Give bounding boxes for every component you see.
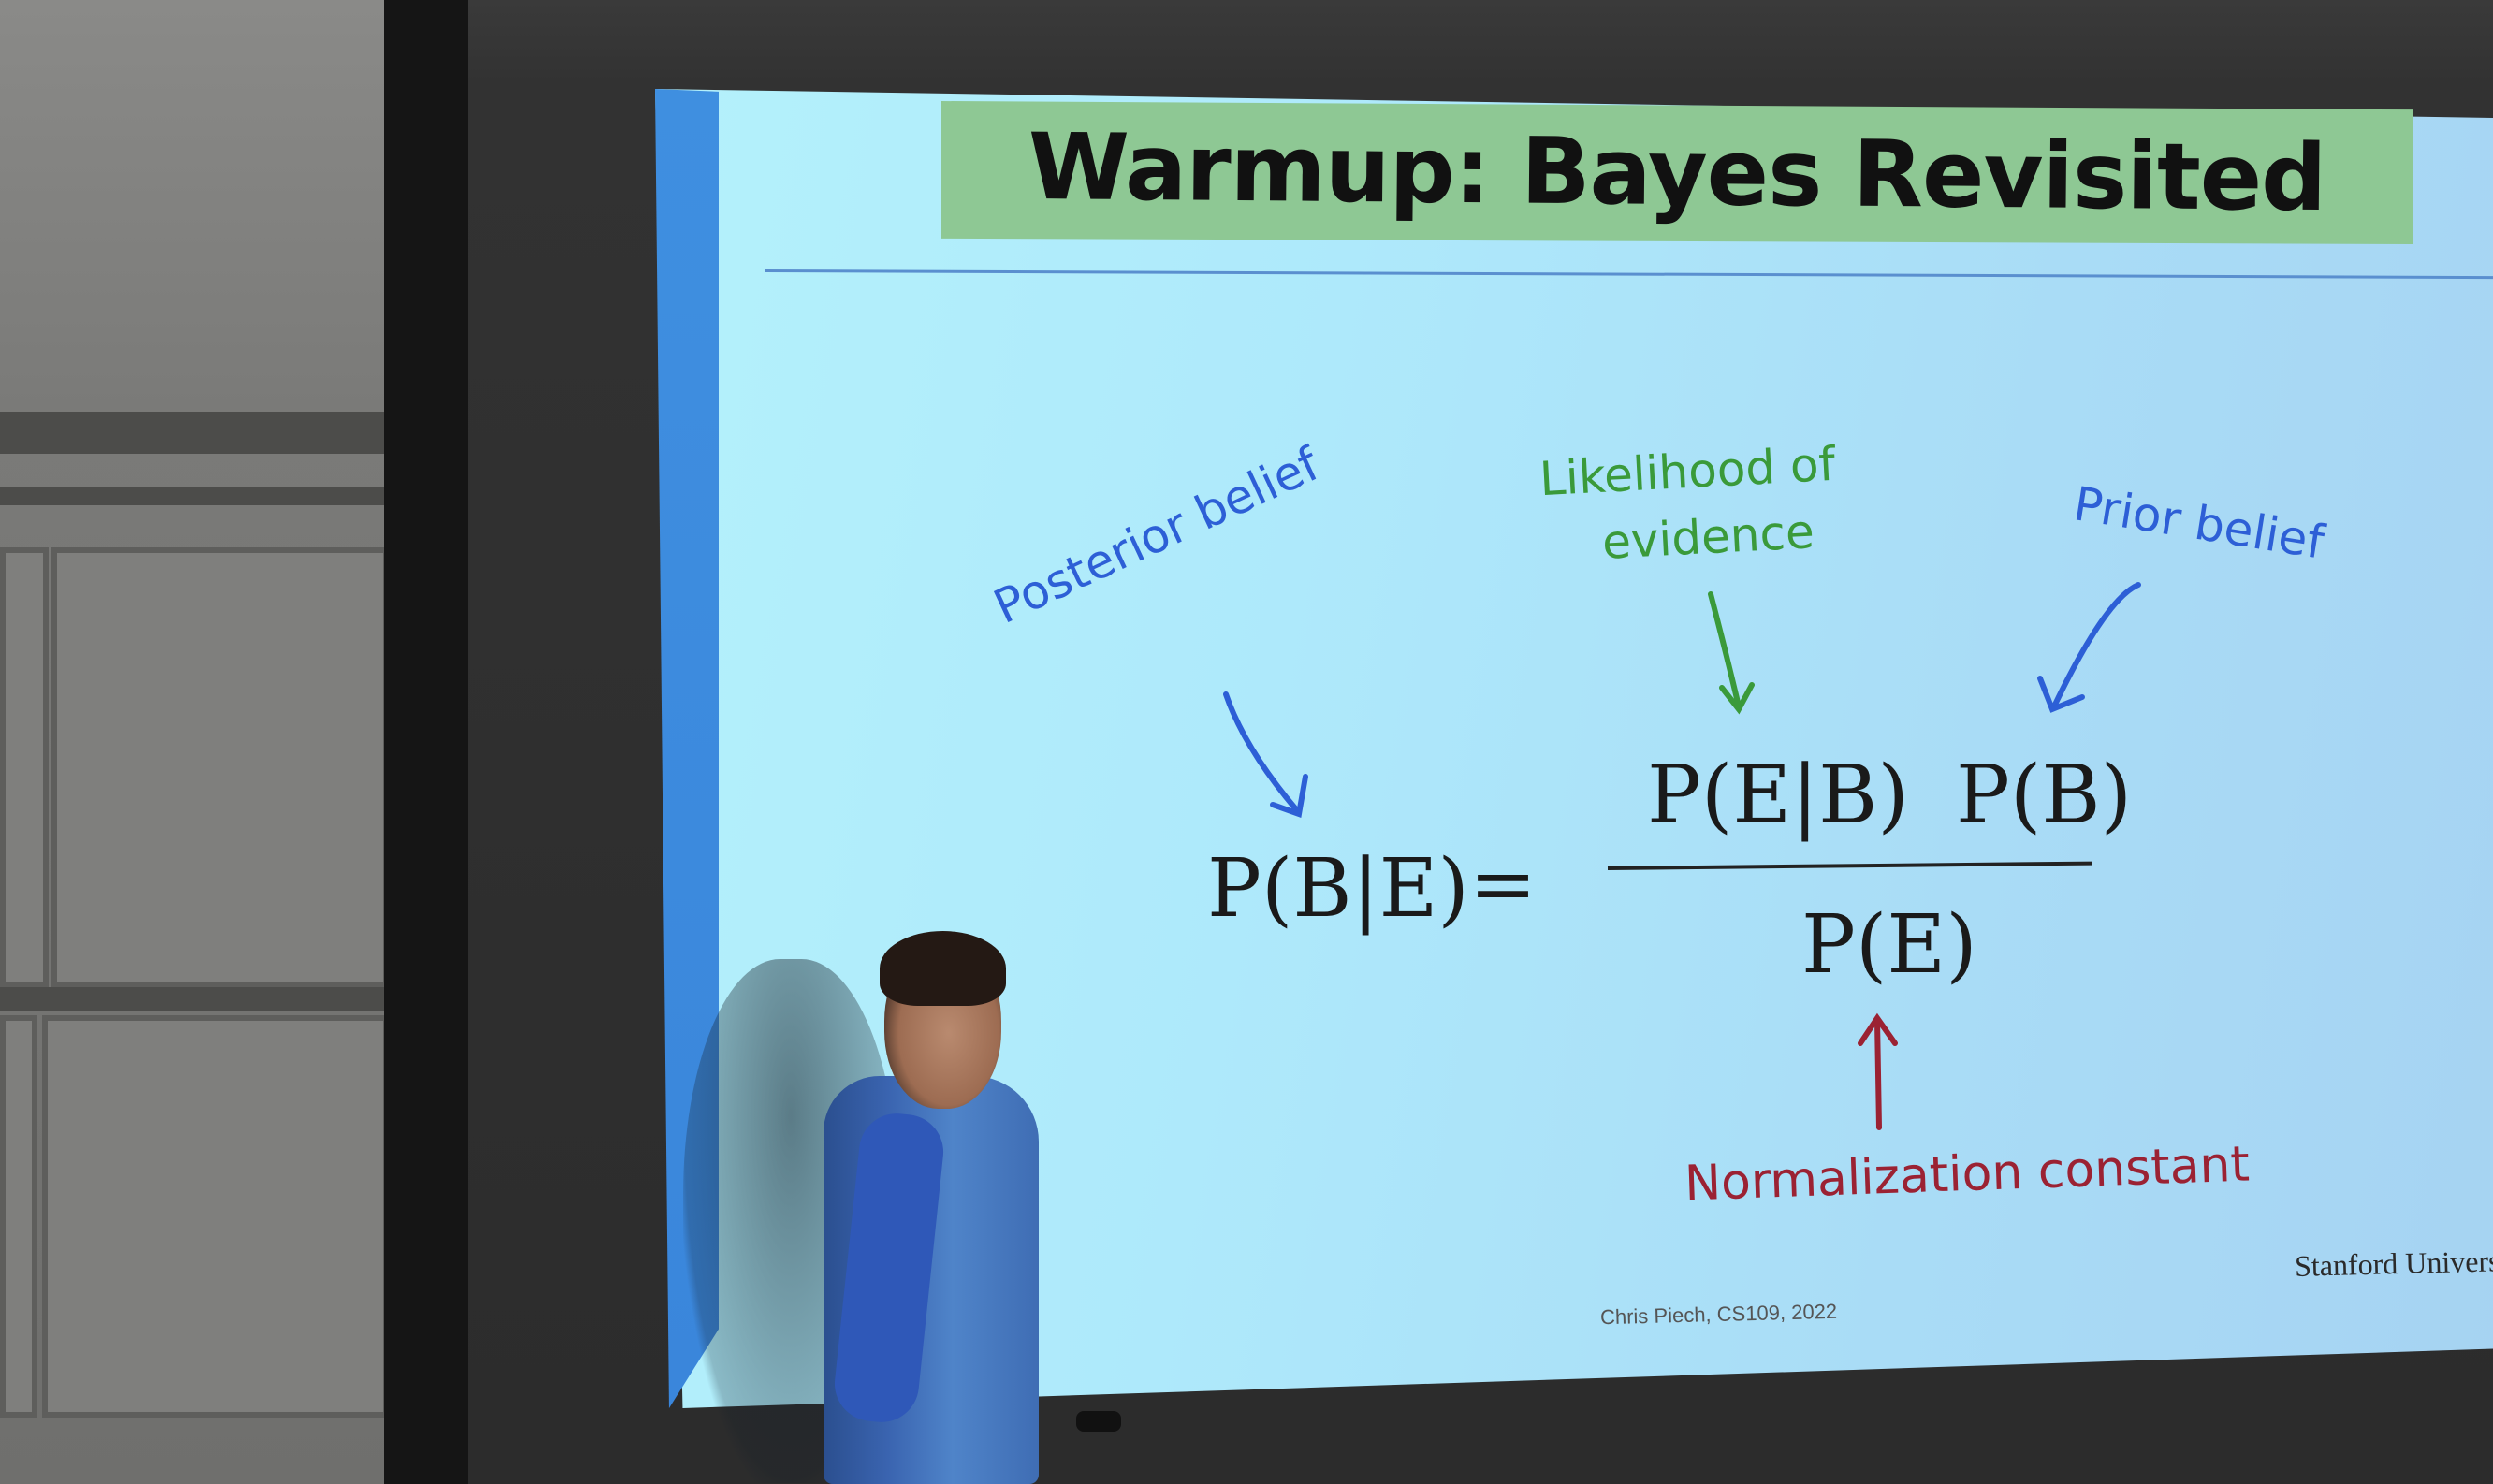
presentation-remote — [1076, 1411, 1121, 1432]
equals-sign: = — [1469, 837, 1538, 931]
institution-label: Stanford Universi — [2294, 1244, 2493, 1283]
likelihood-arrow — [1708, 591, 1755, 715]
presenter-hair — [880, 931, 1006, 1006]
likelihood-term: P(E|B) — [1647, 749, 1909, 842]
normalization-arrow — [1858, 1012, 1898, 1130]
posterior-term: P(B|E) — [1207, 842, 1469, 936]
posterior-arrow — [1223, 691, 1308, 819]
prior-term: P(B) — [1956, 749, 2133, 842]
lecture-scene: Warmup: Bayes Revisited Posterior belief… — [0, 0, 2493, 1484]
annotation-arrows — [1223, 582, 2141, 1130]
evidence-term: P(E) — [1801, 898, 1977, 992]
prior-arrow — [2037, 582, 2141, 713]
